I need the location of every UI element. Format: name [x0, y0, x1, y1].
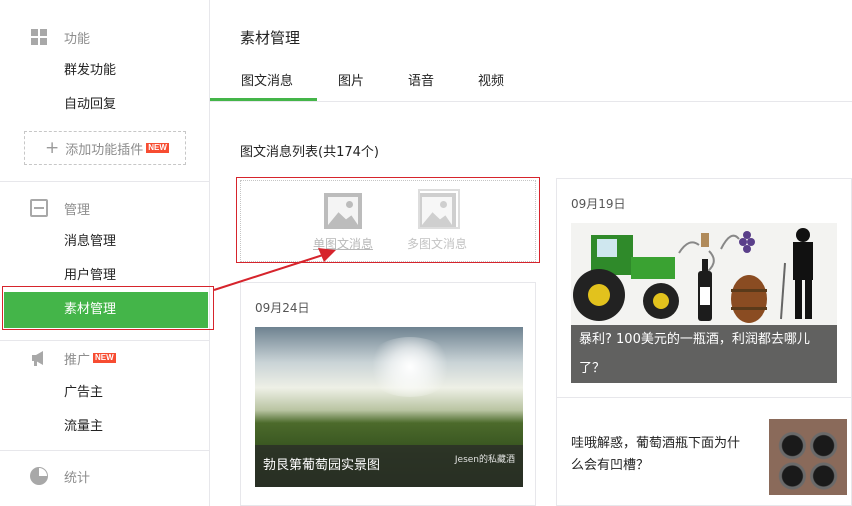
- annotation-highlight-box: [2, 286, 214, 330]
- card-date: 09月19日: [571, 197, 626, 211]
- infographic-illustration: [573, 228, 813, 323]
- section-label: 管理: [64, 202, 91, 218]
- section-stats-header: 统计: [30, 466, 90, 486]
- inbox-icon: [30, 199, 48, 217]
- tab-news[interactable]: 图文消息: [241, 70, 293, 89]
- sidebar: 功能 群发功能 自动回复 + 添加功能插件 NEW 管理 消息管理 用户管理 素…: [0, 0, 214, 506]
- news-card[interactable]: 09月19日 暴利? 100美元的一瓶酒，利润都去哪儿了？ 哇哦解惑，葡萄酒瓶下…: [556, 178, 852, 506]
- card-cover-image: 暴利? 100美元的一瓶酒，利润都去哪儿了？: [571, 223, 837, 383]
- annotation-highlight-box: [236, 177, 540, 263]
- new-badge: NEW: [93, 353, 116, 363]
- sidebar-item-mass-send[interactable]: 群发功能: [64, 61, 116, 81]
- tab-voice[interactable]: 语音: [408, 70, 434, 89]
- card-caption: 暴利? 100美元的一瓶酒，利润都去哪儿了？: [571, 325, 837, 383]
- sidebar-item-publisher[interactable]: 流量主: [64, 417, 103, 437]
- tab-bar: 图文消息 图片 语音 视频: [210, 56, 852, 102]
- grid-icon: [30, 28, 48, 46]
- list-title: 图文消息列表(共174个): [240, 145, 379, 160]
- news-card[interactable]: 09月24日 勃艮第葡萄园实景图 Jesen的私藏酒: [240, 282, 536, 506]
- section-management-header: 管理: [30, 198, 90, 218]
- section-label: 推广: [64, 352, 91, 368]
- sidebar-item-messages[interactable]: 消息管理: [64, 232, 116, 252]
- tab-video[interactable]: 视频: [478, 70, 504, 89]
- active-tab-indicator: [210, 98, 317, 101]
- sidebar-item-users[interactable]: 用户管理: [64, 266, 116, 286]
- new-badge: NEW: [146, 143, 169, 153]
- section-promotion-header: 推广 NEW: [30, 348, 116, 368]
- plus-icon: +: [45, 138, 60, 158]
- watermark-text: Jesen的私藏酒: [454, 455, 515, 465]
- section-label: 统计: [64, 470, 91, 486]
- secondary-article-thumbnail: [769, 419, 847, 495]
- page-title: 素材管理: [240, 29, 301, 47]
- card-date: 09月24日: [255, 301, 310, 315]
- megaphone-icon: [30, 349, 48, 367]
- sidebar-divider: [0, 450, 209, 451]
- secondary-article-title[interactable]: 哇哦解惑，葡萄酒瓶下面为什么会有凹槽？: [571, 433, 747, 477]
- sidebar-item-advertiser[interactable]: 广告主: [64, 383, 103, 403]
- pie-chart-icon: [30, 467, 48, 485]
- card-divider: [557, 397, 851, 398]
- sidebar-divider: [0, 340, 209, 341]
- main-content: 素材管理 图文消息 图片 语音 视频 图文消息列表(共174个) 单图文消息 多…: [210, 0, 852, 506]
- card-cover-image: 勃艮第葡萄园实景图 Jesen的私藏酒: [255, 327, 523, 487]
- tab-images[interactable]: 图片: [338, 70, 364, 89]
- sidebar-item-auto-reply[interactable]: 自动回复: [64, 95, 116, 115]
- add-plugin-label: 添加功能插件: [65, 142, 144, 158]
- section-features-header: 功能: [30, 27, 90, 47]
- sidebar-divider: [0, 181, 209, 182]
- add-plugin-button[interactable]: + 添加功能插件 NEW: [24, 131, 186, 165]
- section-label: 功能: [64, 31, 91, 47]
